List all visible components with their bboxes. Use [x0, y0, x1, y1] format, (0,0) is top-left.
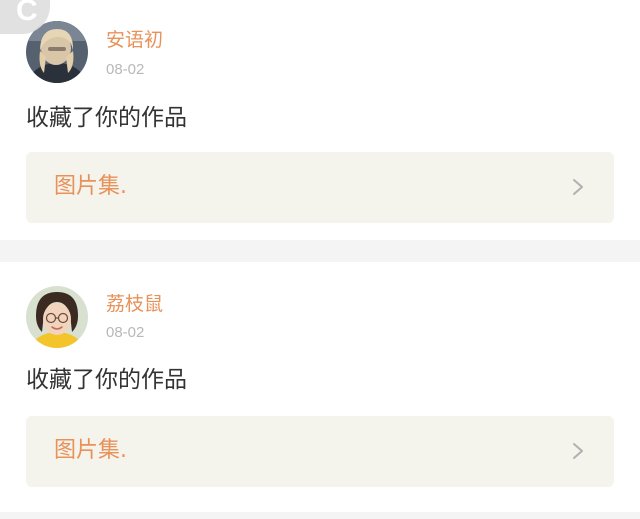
username[interactable]: 荔枝鼠: [106, 293, 163, 315]
work-title: 图片集.: [54, 438, 127, 463]
work-link[interactable]: 图片集.: [26, 416, 614, 487]
timestamp: 08-02: [106, 61, 145, 78]
avatar-girl-glasses-icon: [26, 286, 88, 348]
watermark-letter: C: [16, 0, 38, 27]
chevron-right-icon: [573, 179, 583, 195]
timestamp: 08-02: [106, 324, 145, 341]
work-link[interactable]: 图片集.: [26, 152, 614, 223]
user-avatar[interactable]: [26, 286, 88, 348]
chevron-right-icon: [573, 443, 583, 459]
notification-card: 安语初 08-02 收藏了你的作品 图片集.: [0, 0, 640, 240]
notification-card: 荔枝鼠 08-02 收藏了你的作品 图片集.: [0, 262, 640, 512]
username[interactable]: 安语初: [106, 29, 163, 51]
work-title: 图片集.: [54, 174, 127, 199]
action-text: 收藏了你的作品: [26, 105, 187, 131]
action-text: 收藏了你的作品: [26, 367, 187, 393]
